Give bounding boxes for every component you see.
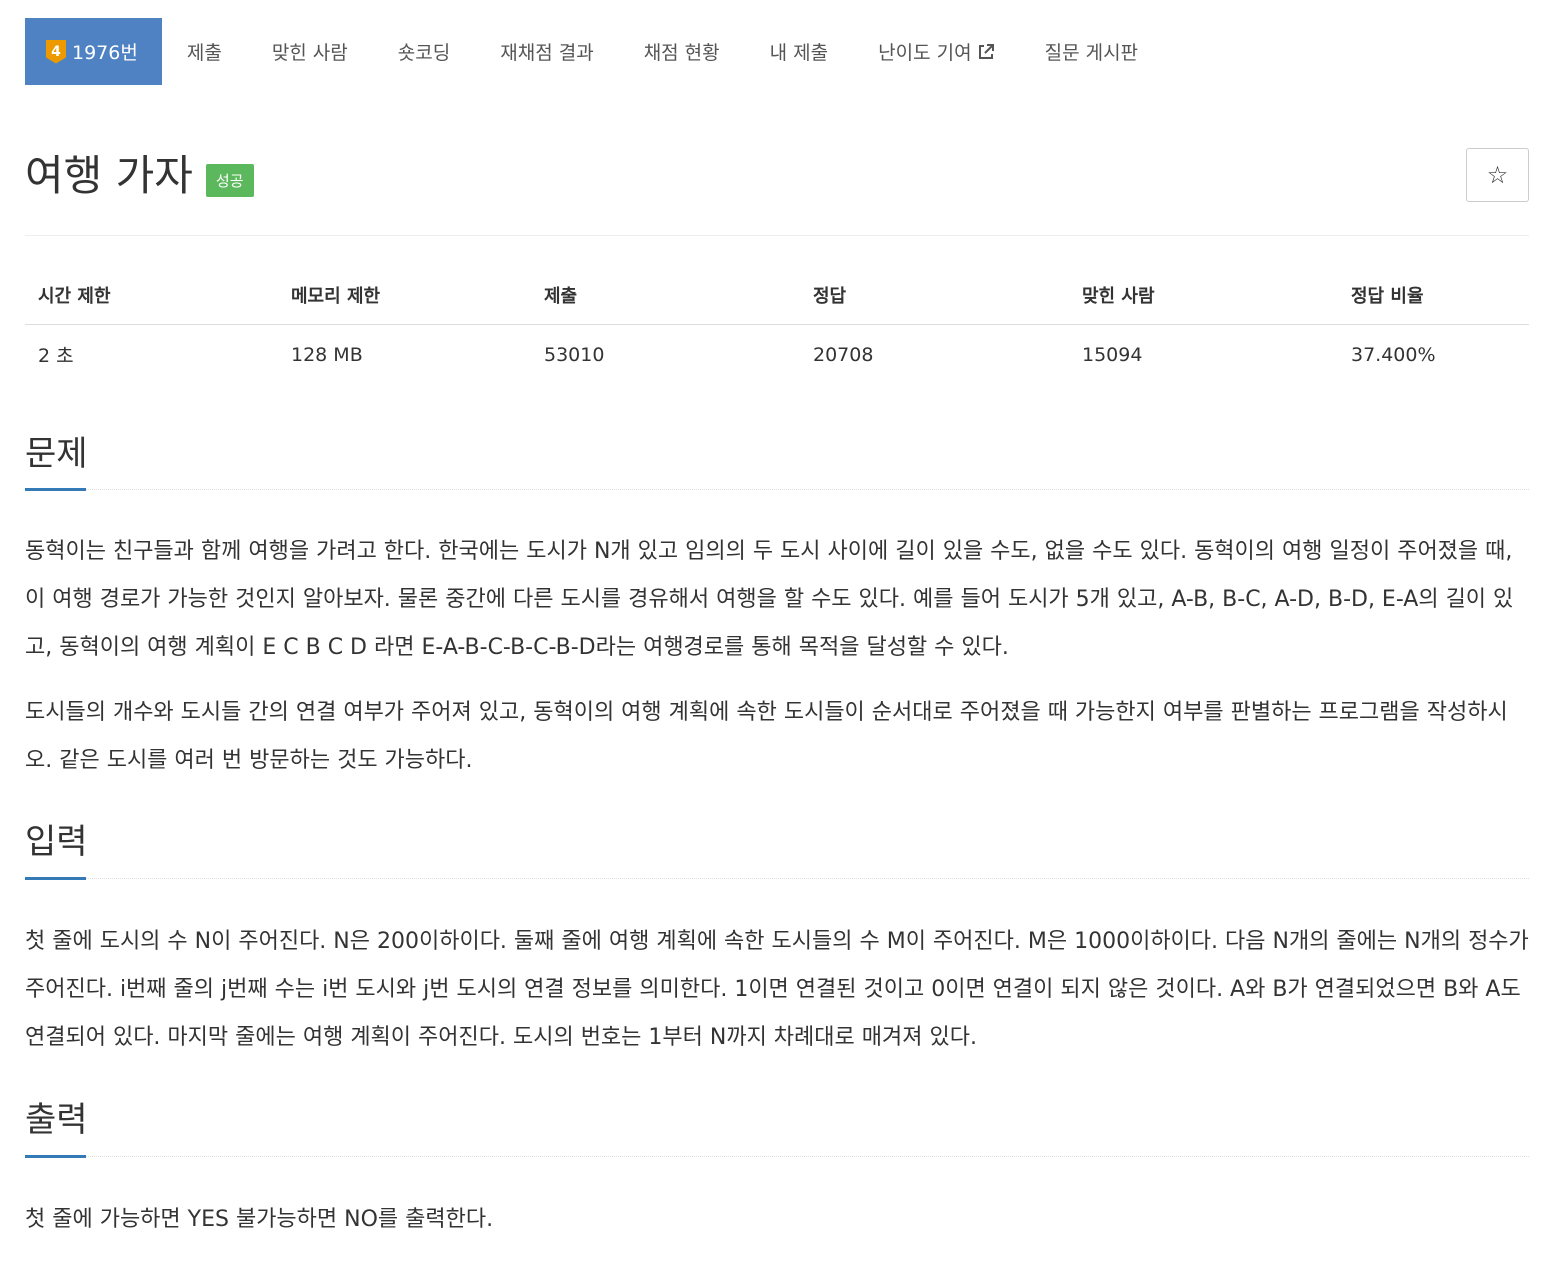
section-description-title: 문제 (25, 434, 88, 474)
section-input-title: 입력 (25, 822, 88, 862)
section-output-heading: 출력 (25, 1098, 1529, 1158)
section-underline (25, 1155, 86, 1158)
favorite-star-button[interactable]: ☆ (1466, 148, 1529, 202)
tab-rejudge[interactable]: 재채점 결과 (475, 18, 618, 85)
header-time-limit: 시간 제한 (25, 268, 278, 325)
header-accept-ratio: 정답 비율 (1338, 268, 1529, 325)
tab-problem[interactable]: 4 1976번 (25, 18, 162, 85)
solved-users-value: 15094 (1082, 343, 1143, 366)
tab-difficulty[interactable]: 난이도 기여 (853, 18, 1019, 85)
header-accepted: 정답 (800, 268, 1069, 325)
accepted-value: 20708 (813, 343, 874, 366)
time-limit-value: 2 초 (38, 345, 74, 367)
section-underline (25, 488, 86, 491)
tab-status[interactable]: 채점 현황 (619, 18, 745, 85)
problem-title-row: 여행 가자 성공 (25, 148, 254, 204)
section-output-title: 출력 (25, 1100, 88, 1140)
page-title: 여행 가자 (25, 151, 193, 200)
description-paragraph-2: 도시들의 개수와 도시들 간의 연결 여부가 주어져 있고, 동혁이의 여행 계… (25, 700, 1508, 773)
input-paragraph: 첫 줄에 도시의 수 N이 주어진다. N은 200이하이다. 둘째 줄에 여행… (25, 929, 1529, 1050)
section-input-heading: 입력 (25, 820, 1529, 880)
accept-ratio-value: 37.400% (1351, 343, 1436, 366)
tab-short-coding[interactable]: 숏코딩 (373, 18, 475, 85)
section-rule (86, 1156, 1529, 1157)
tab-my-submissions[interactable]: 내 제출 (745, 18, 853, 85)
problem-tabs: 4 1976번 제출 맞힌 사람 숏코딩 재채점 결과 채점 현황 내 제출 난… (25, 18, 1163, 85)
section-rule (86, 878, 1529, 879)
memory-limit-value: 128 MB (291, 343, 363, 366)
description-paragraph-1: 동혁이는 친구들과 함께 여행을 가려고 한다. 한국에는 도시가 N개 있고 … (25, 539, 1514, 660)
submissions-value: 53010 (544, 343, 605, 366)
tab-board[interactable]: 질문 게시판 (1020, 18, 1163, 85)
tier-icon: 4 (46, 39, 66, 64)
problem-info-table: 시간 제한 메모리 제한 제출 정답 맞힌 사람 정답 비율 2 초 128 M… (25, 268, 1529, 380)
status-badge: 성공 (205, 163, 254, 197)
header-memory-limit: 메모리 제한 (278, 268, 531, 325)
output-paragraph: 첫 줄에 가능하면 YES 불가능하면 NO를 출력한다. (25, 1207, 494, 1232)
tab-submit[interactable]: 제출 (162, 18, 247, 85)
star-icon: ☆ (1486, 161, 1509, 189)
tab-difficulty-label: 난이도 기여 (878, 42, 972, 64)
title-divider (25, 235, 1529, 236)
tab-problem-label: 1976번 (72, 42, 138, 64)
header-submissions: 제출 (531, 268, 800, 325)
section-underline (25, 877, 86, 880)
section-description-heading: 문제 (25, 432, 1529, 491)
tab-solved-users[interactable]: 맞힌 사람 (247, 18, 373, 85)
header-solved-users: 맞힌 사람 (1069, 268, 1338, 325)
table-header-row: 시간 제한 메모리 제한 제출 정답 맞힌 사람 정답 비율 (25, 268, 1529, 325)
table-row: 2 초 128 MB 53010 20708 15094 37.400% (25, 325, 1529, 381)
external-link-icon (978, 43, 994, 59)
section-rule (86, 489, 1529, 490)
